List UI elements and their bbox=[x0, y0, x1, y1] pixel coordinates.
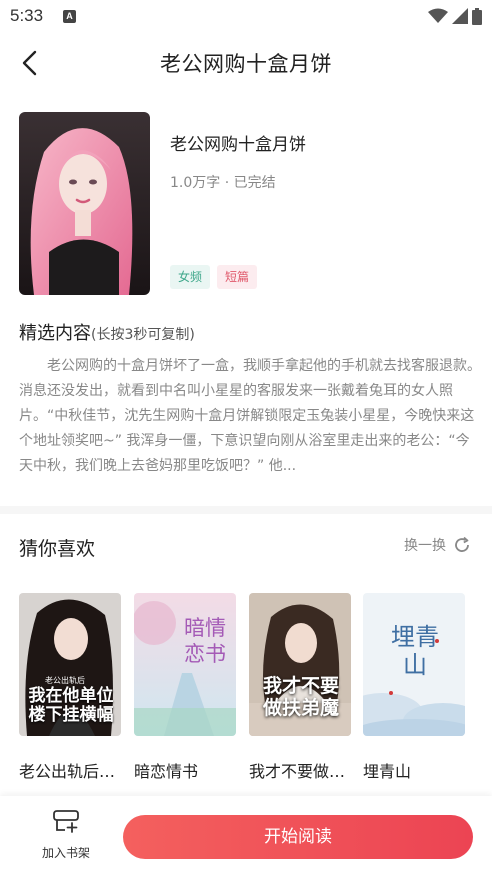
recommend-name: 我才不要做扶弟魔 bbox=[249, 762, 349, 781]
intro-text[interactable]: 老公网购的十盒月饼坏了一盒，我顺手拿起他的手机就去找客服退款。 消息还没发出，就… bbox=[19, 354, 475, 479]
recommend-name: 暗恋情书 bbox=[134, 762, 199, 781]
tag-short: 短篇 bbox=[217, 265, 258, 289]
recommend-cover-text: 埋青山 bbox=[391, 623, 439, 679]
bottom-bar: 加入书架 开始阅读 bbox=[0, 796, 492, 876]
refresh-label: 换一换 bbox=[404, 538, 446, 554]
recommend-item[interactable]: 埋青山 埋青山 bbox=[363, 593, 465, 782]
signal-icon bbox=[452, 8, 468, 24]
recommend-cover: 埋青山 bbox=[363, 593, 465, 736]
recommend-name: 老公出轨后我在他单位楼下挂横幅 bbox=[19, 762, 119, 781]
recommend-cover: 我才不要做扶弟魔 bbox=[249, 593, 351, 736]
tag-female: 女频 bbox=[170, 265, 211, 289]
recommend-cover-small-text: 老公出轨后 bbox=[45, 676, 85, 685]
recommend-cover: 老公出轨后 我在他单位楼下挂横幅 bbox=[19, 593, 121, 736]
recommend-cover-text: 我才不要做扶弟魔 bbox=[262, 675, 339, 719]
start-reading-button[interactable]: 开始阅读 bbox=[123, 815, 473, 859]
status-bar: 5:33 A bbox=[0, 0, 492, 34]
status-time: 5:33 bbox=[10, 6, 44, 25]
intro-heading: 精选内容(长按3秒可复制) bbox=[19, 319, 195, 345]
notification-icon: A bbox=[63, 10, 76, 23]
add-to-shelf-button[interactable]: 加入书架 bbox=[30, 808, 102, 861]
recommend-item[interactable]: 我才不要做扶弟魔 我才不要做扶弟魔 bbox=[249, 593, 351, 782]
intro-hint: (长按3秒可复制) bbox=[91, 327, 195, 343]
recommend-cover: 暗情恋书 bbox=[134, 593, 236, 736]
battery-icon bbox=[472, 7, 482, 25]
section-divider bbox=[0, 506, 492, 514]
book-meta: 1.0万字 · 已完结 bbox=[170, 175, 276, 191]
wifi-icon bbox=[428, 8, 448, 23]
recommend-cover-text: 我在他单位楼下挂横幅 bbox=[28, 686, 114, 725]
recommend-item[interactable]: 暗情恋书 暗恋情书 bbox=[134, 593, 236, 782]
bookshelf-add-icon bbox=[53, 810, 79, 833]
book-cover bbox=[19, 112, 150, 295]
refresh-button[interactable]: 换一换 bbox=[404, 535, 472, 555]
intro-heading-text: 精选内容 bbox=[19, 323, 91, 344]
tag-list: 女频 短篇 bbox=[170, 265, 258, 289]
recommend-cover-text: 暗情恋书 bbox=[184, 616, 226, 666]
recommend-title: 猜你喜欢 bbox=[19, 538, 96, 560]
recommend-name: 埋青山 bbox=[363, 762, 412, 781]
recommend-item[interactable]: 老公出轨后 我在他单位楼下挂横幅 老公出轨后我在他单位楼下挂横幅 bbox=[19, 593, 121, 782]
add-to-shelf-label: 加入书架 bbox=[41, 846, 90, 860]
status-icons bbox=[428, 6, 482, 26]
page-title: 老公网购十盒月饼 bbox=[160, 52, 332, 76]
book-title: 老公网购十盒月饼 bbox=[170, 135, 306, 155]
nav-bar: 老公网购十盒月饼 bbox=[0, 34, 492, 92]
refresh-icon bbox=[455, 536, 469, 552]
